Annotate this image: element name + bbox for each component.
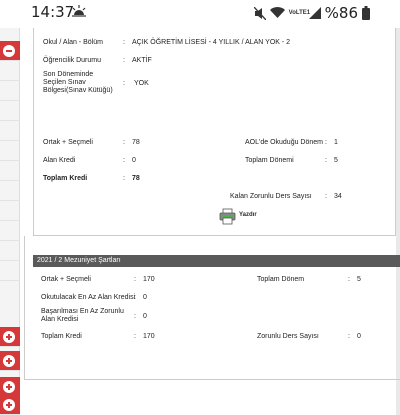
sidebar-item[interactable] xyxy=(0,61,20,81)
signal-icon xyxy=(308,7,321,19)
exam-region-label: Son Döneminde Seçilen Sınav Bölgesi(Sına… xyxy=(43,71,113,94)
grad-total-credit-label: Toplam Kredi xyxy=(41,333,82,340)
program-value: AÇIK ÖĞRETİM LİSESİ - 4 YILLIK / ALAN YO… xyxy=(132,39,291,46)
remaining-courses-separator: : xyxy=(325,193,327,200)
sidebar-item[interactable] xyxy=(0,221,20,241)
grad-total-term-separator: : xyxy=(348,276,350,283)
battery-icon xyxy=(362,6,370,20)
grad-total-credit-value: 170 xyxy=(143,333,155,340)
plus-icon[interactable] xyxy=(3,399,15,411)
grad-required-courses-label: Zorunlu Ders Sayısı xyxy=(257,333,319,340)
exam-region-separator: : xyxy=(123,80,125,87)
plus-icon[interactable] xyxy=(3,355,15,367)
program-separator: : xyxy=(123,39,125,46)
status-indicators: VoLTE1 %86 xyxy=(253,4,370,22)
sidebar-item[interactable] xyxy=(0,101,20,121)
sidebar-item[interactable] xyxy=(0,241,20,261)
sidebar-menu xyxy=(0,28,20,415)
sidebar-item[interactable] xyxy=(0,121,20,141)
grad-common-elective-value: 170 xyxy=(143,276,155,283)
grad-total-credit-separator: : xyxy=(134,333,136,340)
status-separator: : xyxy=(123,57,125,64)
weather-icon xyxy=(72,5,86,17)
grad-min-field-credit-label: Okutulacak En Az Alan Kredisi xyxy=(41,294,136,301)
field-credit-label: Alan Kredi xyxy=(43,157,76,164)
grad-min-pass-field-credit-separator: : xyxy=(134,313,136,320)
exam-region-value: YOK xyxy=(134,80,149,87)
field-credit-value: 0 xyxy=(132,157,136,164)
total-credit-label: Toplam Kredi xyxy=(43,175,88,182)
sidebar-expand-item[interactable] xyxy=(0,327,20,347)
aol-terms-label: AOL'de Okuduğu Dönem xyxy=(245,139,323,146)
common-elective-label: Ortak + Seçmeli xyxy=(43,139,93,146)
sidebar-item[interactable] xyxy=(0,181,20,201)
status-value: AKTİF xyxy=(132,57,152,64)
sidebar-expand-item[interactable] xyxy=(0,377,20,397)
common-elective-value: 78 xyxy=(132,139,140,146)
grad-total-term-value: 5 xyxy=(357,276,361,283)
total-terms-separator: : xyxy=(325,157,327,164)
plus-icon[interactable] xyxy=(3,331,15,343)
total-terms-value: 5 xyxy=(334,157,338,164)
remaining-courses-label: Kalan Zorunlu Ders Sayısı xyxy=(230,193,312,200)
program-label: Okul / Alan - Bölüm xyxy=(43,39,103,46)
mute-icon xyxy=(253,6,266,20)
remaining-courses-value: 34 xyxy=(334,193,342,200)
grad-required-courses-separator: : xyxy=(348,333,350,340)
grad-min-pass-field-credit-value: 0 xyxy=(143,313,147,320)
wifi-icon xyxy=(269,7,285,18)
grad-common-elective-separator: : xyxy=(134,276,136,283)
print-button[interactable]: Yazdır xyxy=(219,207,263,227)
plus-icon[interactable] xyxy=(3,381,15,393)
grad-min-pass-field-credit-label: Başarılması En Az Zorunlu Alan Kredisi xyxy=(41,308,124,323)
battery-percent: %86 xyxy=(324,4,358,22)
sidebar-item[interactable] xyxy=(0,161,20,181)
total-credit-value: 78 xyxy=(132,175,140,182)
aol-terms-separator: : xyxy=(325,139,327,146)
sidebar-collapse-item[interactable] xyxy=(0,41,20,61)
status-label: Öğrencilik Durumu xyxy=(43,57,101,64)
collapse-icon[interactable] xyxy=(3,45,15,57)
status-time: 14:37 xyxy=(31,3,75,21)
common-elective-separator: : xyxy=(123,139,125,146)
sidebar-item[interactable] xyxy=(0,141,20,161)
print-label: Yazdır xyxy=(239,212,257,218)
sidebar-item[interactable] xyxy=(0,81,20,101)
grad-min-field-credit-value: 0 xyxy=(143,294,147,301)
aol-terms-value: 1 xyxy=(334,139,338,146)
status-bar: 14:37 VoLTE1 %86 xyxy=(0,0,400,28)
field-credit-separator: : xyxy=(123,157,125,164)
sidebar-expand-item[interactable] xyxy=(0,395,20,415)
printer-icon xyxy=(219,208,236,225)
grad-min-field-credit-separator: : xyxy=(134,294,136,301)
grad-required-courses-value: 0 xyxy=(357,333,361,340)
grad-common-elective-label: Ortak + Seçmeli xyxy=(41,276,91,283)
grad-total-term-label: Toplam Dönem xyxy=(257,276,305,283)
sidebar-item[interactable] xyxy=(0,261,20,281)
total-credit-separator: : xyxy=(123,175,125,182)
network-type: VoLTE1 xyxy=(288,10,311,16)
total-terms-label: Toplam Dönemi xyxy=(245,157,294,164)
graduation-section-header: 2021 / 2 Mezuniyet Şartları xyxy=(33,255,400,267)
sidebar-expand-item[interactable] xyxy=(0,351,20,371)
graduation-section-title: 2021 / 2 Mezuniyet Şartları xyxy=(37,257,121,264)
sidebar-item[interactable] xyxy=(0,201,20,221)
